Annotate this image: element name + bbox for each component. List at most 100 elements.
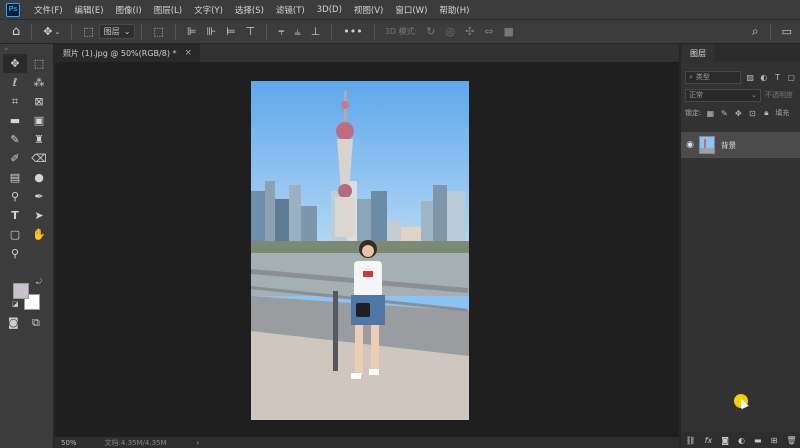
lock-position-icon[interactable]: ✥	[733, 109, 743, 118]
document-tab[interactable]: 照片 (1).jpg @ 50%(RGB/8) * ×	[55, 44, 201, 62]
auto-select-icon[interactable]: ⬚	[83, 25, 93, 38]
link-layers-icon[interactable]: ⛓	[686, 436, 696, 445]
blend-mode-dropdown[interactable]: 正常 ⌄	[685, 88, 761, 102]
status-expand-icon[interactable]: ›	[197, 439, 200, 447]
blur-tool-icon[interactable]: ●	[27, 168, 51, 187]
menu-filter[interactable]: 滤镜(T)	[270, 4, 311, 16]
tab-layers[interactable]: 图层	[682, 45, 714, 62]
move-tool-icon[interactable]: ✥	[3, 54, 27, 73]
chevron-down-icon: ⌄	[123, 27, 131, 36]
zoom-level[interactable]: 50%	[61, 439, 77, 447]
type-tool-icon[interactable]: T	[3, 206, 27, 225]
filter-type-icon[interactable]: T	[773, 73, 783, 82]
3d-roll-icon[interactable]: ◎	[445, 25, 455, 38]
align-right-icon[interactable]: ⊨	[226, 25, 236, 38]
pen-tool-icon[interactable]: ✒	[27, 187, 51, 206]
gradient-tool-icon[interactable]: ▤	[3, 168, 27, 187]
rectangle-tool-icon[interactable]: ▢	[3, 225, 27, 244]
delete-layer-icon[interactable]: 🗑︎	[786, 436, 796, 445]
default-colors-icon[interactable]: ◪	[12, 300, 19, 308]
marquee-tool-icon[interactable]: ⬚	[27, 54, 51, 73]
hand-tool-icon[interactable]: ✋	[27, 225, 51, 244]
layer-thumbnail	[699, 136, 715, 154]
menu-edit[interactable]: 编辑(E)	[69, 4, 110, 16]
lock-row: 锁定: ▦ ✎ ✥ ⊡ 🔒︎ 填充	[681, 104, 800, 122]
new-group-icon[interactable]: ▬	[754, 436, 762, 445]
document-size: 文档:4.35M/4.35M	[104, 438, 167, 447]
swap-colors-icon[interactable]: ⤾	[36, 278, 42, 287]
document-tab-title: 照片 (1).jpg @ 50%(RGB/8) *	[63, 48, 177, 58]
filter-shape-icon[interactable]: ▢	[786, 73, 796, 82]
search-icon[interactable]: ⌕	[752, 24, 759, 39]
filter-pixel-icon[interactable]: ▨	[745, 73, 755, 82]
distribute-center-icon[interactable]: ⫨	[294, 25, 300, 39]
chevron-down-icon[interactable]: ⌄	[54, 28, 60, 36]
menu-layer[interactable]: 图层(L)	[148, 4, 188, 16]
menu-image[interactable]: 图像(I)	[110, 4, 148, 16]
patch-tool-icon[interactable]: ▣	[27, 111, 51, 130]
distribute-bottom-icon[interactable]: ⊥	[311, 25, 321, 38]
align-center-icon[interactable]: ⊪	[206, 25, 216, 38]
menu-file[interactable]: 文件(F)	[28, 4, 69, 16]
3d-slide-icon[interactable]: ⇔	[484, 25, 493, 38]
crop-tool-icon[interactable]: ⌗	[3, 92, 27, 111]
frame-tool-icon[interactable]: ⊠	[27, 92, 51, 111]
menu-window[interactable]: 窗口(W)	[389, 4, 433, 16]
workspace-icon[interactable]: ▭	[782, 25, 792, 38]
3d-mode-label: 3D 模式:	[384, 27, 418, 36]
3d-camera-icon[interactable]: ■	[504, 25, 514, 38]
new-layer-icon[interactable]: ⊞	[771, 436, 778, 445]
align-top-icon[interactable]: ⊤	[246, 25, 256, 38]
dodge-tool-icon[interactable]: ⚲	[3, 187, 27, 206]
collapse-icon[interactable]: »	[0, 44, 53, 54]
options-bar: ⌂ ✥ ⌄ ⬚ 图层 ⌄ ⬚ ⊫ ⊪ ⊨ ⊤ ⫧ ⫨ ⊥ ••• 3D 模式: …	[0, 19, 800, 44]
layer-name[interactable]: 背景	[721, 140, 736, 151]
layer-row[interactable]: ◉ 背景	[681, 132, 800, 158]
photoshop-window: Ps 文件(F) 编辑(E) 图像(I) 图层(L) 文字(Y) 选择(S) 滤…	[0, 0, 800, 448]
screen-mode-icon[interactable]: ⧉	[32, 316, 40, 330]
new-adjustment-icon[interactable]: ◐	[738, 436, 745, 445]
close-icon[interactable]: ×	[184, 48, 192, 58]
filter-kind-dropdown[interactable]: ⌕ 类型	[685, 70, 742, 84]
document-image[interactable]	[251, 81, 469, 420]
auto-select-dropdown[interactable]: 图层 ⌄	[98, 24, 136, 39]
align-left-icon[interactable]: ⊫	[187, 25, 197, 38]
home-icon[interactable]: ⌂	[12, 24, 20, 39]
transform-controls-icon[interactable]: ⬚	[153, 25, 163, 38]
menu-help[interactable]: 帮助(H)	[433, 4, 475, 16]
stamp-tool-icon[interactable]: ♜	[27, 130, 51, 149]
foreground-color-swatch[interactable]	[13, 283, 29, 299]
brush-tool-icon[interactable]: ✎	[3, 130, 27, 149]
3d-orbit-icon[interactable]: ↻	[426, 25, 435, 38]
menu-select[interactable]: 选择(S)	[229, 4, 270, 16]
lock-paint-icon[interactable]: ✎	[719, 109, 729, 118]
lock-artboard-icon[interactable]: ⊡	[747, 109, 757, 118]
status-bar: 50% 文档:4.35M/4.35M ›	[55, 437, 679, 448]
history-brush-tool-icon[interactable]: ✐	[3, 149, 27, 168]
filter-kind-value: 类型	[695, 73, 710, 81]
tools-panel: » ✥ ⬚ ℓ ⁂ ⌗ ⊠ ▬ ▣ ✎ ♜ ✐ ⌫ ▤ ● ⚲ ✒ T ➤ ▢ …	[0, 44, 54, 448]
distribute-top-icon[interactable]: ⫧	[278, 25, 284, 39]
menu-3d[interactable]: 3D(D)	[311, 5, 348, 15]
opacity-label: 不透明度	[765, 91, 793, 99]
eye-icon[interactable]: ◉	[681, 140, 699, 150]
magic-wand-tool-icon[interactable]: ⁂	[27, 73, 51, 92]
fill-label: 填充	[775, 109, 790, 117]
lasso-tool-icon[interactable]: ℓ	[3, 73, 27, 92]
move-tool-icon[interactable]: ✥	[43, 25, 52, 38]
menu-type[interactable]: 文字(Y)	[188, 4, 229, 16]
menu-view[interactable]: 视图(V)	[348, 4, 389, 16]
eraser-tool-icon[interactable]: ⌫	[27, 149, 51, 168]
layer-style-icon[interactable]: fx	[705, 436, 713, 445]
more-options-icon[interactable]: •••	[343, 25, 362, 38]
zoom-tool-icon[interactable]: ⚲	[3, 244, 27, 263]
ruler-tool-icon[interactable]: ▬	[3, 111, 27, 130]
lock-all-icon[interactable]: 🔒︎	[761, 108, 771, 118]
lock-transparent-icon[interactable]: ▦	[705, 109, 715, 118]
quick-mask-icon[interactable]: ◙	[8, 316, 19, 329]
filter-adjustment-icon[interactable]: ◐	[759, 73, 769, 82]
3d-pan-icon[interactable]: ✣	[465, 25, 474, 38]
canvas-area[interactable]	[55, 62, 679, 437]
path-selection-tool-icon[interactable]: ➤	[27, 206, 51, 225]
add-mask-icon[interactable]: ◙	[721, 436, 729, 445]
